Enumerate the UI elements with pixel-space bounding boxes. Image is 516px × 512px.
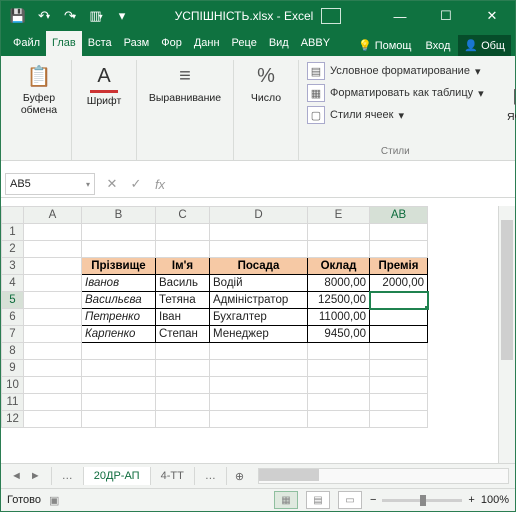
ribbon-tabs: Файл Глав Вста Разм Фор Данн Реце Вид AB… [1, 31, 515, 56]
share-button[interactable]: 👤Общ [458, 35, 511, 56]
qat-more-icon[interactable]: ▥▾ [85, 5, 107, 27]
add-sheet-button[interactable]: ⊕ [227, 470, 252, 483]
app-window: 💾 ↶▾ ↷▾ ▥▾ ▾ УСПІШНІСТЬ.xlsx - Excel — ☐… [0, 0, 516, 512]
cancel-icon[interactable]: ✕ [105, 176, 119, 192]
cells-icon: ▣ [508, 81, 516, 109]
help-button[interactable]: 💡Помощ [352, 35, 417, 56]
row-header-6[interactable]: 6 [2, 309, 24, 326]
align-icon: ≡ [171, 62, 199, 90]
tab-view[interactable]: Вид [263, 31, 295, 56]
title-bar: 💾 ↶▾ ↷▾ ▥▾ ▾ УСПІШНІСТЬ.xlsx - Excel — ☐… [1, 1, 515, 31]
conditional-format-button[interactable]: ▤Условное форматирование ▾ [307, 60, 484, 82]
paste-button[interactable]: 📋Буфер обмена [13, 60, 65, 118]
zoom-slider[interactable] [382, 499, 462, 502]
zoom-out-icon[interactable]: − [370, 494, 376, 506]
status-bar: Готово ▣ ▦ ▤ ▭ − + 100% [1, 488, 515, 511]
name-box[interactable]: AB5▾ [5, 173, 95, 195]
sheet-tab-1[interactable]: 20ДР-АП [84, 467, 151, 485]
col-header-E[interactable]: E [308, 207, 370, 224]
tab-home[interactable]: Глав [46, 31, 82, 56]
col-header-B[interactable]: B [82, 207, 156, 224]
alignment-button[interactable]: ≡Выравнивание [143, 60, 227, 106]
tab-insert[interactable]: Вста [82, 31, 118, 56]
tab-layout[interactable]: Разм [118, 31, 156, 56]
sheet-tab-ellipsis[interactable]: … [51, 467, 84, 485]
sheet-tab-more[interactable]: … [195, 467, 227, 485]
cell-style-icon: ▢ [307, 106, 325, 124]
row-header-5[interactable]: 5 [2, 292, 24, 309]
view-pagebreak-button[interactable]: ▭ [338, 491, 362, 509]
col-header-A[interactable]: A [24, 207, 82, 224]
quick-access-toolbar: 💾 ↶▾ ↷▾ ▥▾ ▾ [1, 5, 139, 27]
cells-button[interactable]: ▣Ячейк [496, 79, 516, 125]
window-title: УСПІШНІСТЬ.xlsx - Excel [139, 8, 377, 24]
zoom-in-icon[interactable]: + [468, 494, 474, 506]
row-header-10[interactable]: 10 [2, 377, 24, 394]
font-color-icon: A [90, 62, 118, 93]
row-header-3[interactable]: 3 [2, 258, 24, 275]
format-table-button[interactable]: ▦Форматировать как таблицу ▾ [307, 82, 484, 104]
save-icon[interactable]: 💾 [7, 5, 29, 27]
display-options-icon[interactable] [321, 8, 341, 24]
row-header-11[interactable]: 11 [2, 394, 24, 411]
clipboard-icon: 📋 [25, 62, 53, 90]
view-normal-button[interactable]: ▦ [274, 491, 298, 509]
login-button[interactable]: Вход [419, 36, 456, 56]
group-font: AШрифт [72, 60, 137, 160]
group-number: %Число [234, 60, 299, 160]
cell-styles-button[interactable]: ▢Стили ячеек ▾ [307, 104, 484, 126]
group-alignment: ≡Выравнивание [137, 60, 234, 160]
font-button[interactable]: AШрифт [78, 60, 130, 109]
row-header-1[interactable]: 1 [2, 224, 24, 241]
undo-icon[interactable]: ↶▾ [33, 5, 55, 27]
close-button[interactable]: ✕ [469, 1, 515, 31]
col-header-C[interactable]: C [156, 207, 210, 224]
zoom-control[interactable]: − + 100% [370, 494, 509, 506]
row-header-4[interactable]: 4 [2, 275, 24, 292]
status-ready: Готово [7, 494, 41, 506]
maximize-button[interactable]: ☐ [423, 1, 469, 31]
row-header-7[interactable]: 7 [2, 326, 24, 343]
tab-data[interactable]: Данн [188, 31, 226, 56]
macro-icon[interactable]: ▣ [49, 494, 59, 507]
redo-icon[interactable]: ↷▾ [59, 5, 81, 27]
ribbon: 📋Буфер обмена AШрифт ≡Выравнивание %Числ… [1, 56, 515, 161]
col-header-D[interactable]: D [210, 207, 308, 224]
tab-file[interactable]: Файл [7, 31, 46, 56]
tab-formulas[interactable]: Фор [155, 31, 188, 56]
group-cells: ▣Ячейк [490, 60, 516, 160]
worksheet-grid[interactable]: ABCDEAB123ПрізвищеІм'яПосадаОкладПремія4… [1, 198, 515, 463]
select-all-corner[interactable] [2, 207, 24, 224]
sheet-tab-2[interactable]: 4-ТТ [151, 467, 195, 485]
confirm-icon[interactable]: ✓ [129, 176, 143, 192]
row-header-12[interactable]: 12 [2, 411, 24, 428]
percent-icon: % [252, 62, 280, 90]
sheet-nav[interactable]: ◄► [1, 470, 51, 482]
number-button[interactable]: %Число [240, 60, 292, 106]
group-clipboard: 📋Буфер обмена [7, 60, 72, 160]
row-header-8[interactable]: 8 [2, 343, 24, 360]
share-icon: 👤 [464, 39, 478, 52]
table-icon: ▦ [307, 84, 325, 102]
tab-review[interactable]: Реце [226, 31, 263, 56]
bulb-icon: 💡 [358, 39, 372, 52]
horizontal-scrollbar[interactable] [258, 468, 509, 484]
fx-icon[interactable]: fx [153, 177, 167, 192]
minimize-button[interactable]: — [377, 1, 423, 31]
row-header-9[interactable]: 9 [2, 360, 24, 377]
col-header-AB[interactable]: AB [370, 207, 428, 224]
view-pagelayout-button[interactable]: ▤ [306, 491, 330, 509]
cond-format-icon: ▤ [307, 62, 325, 80]
row-header-2[interactable]: 2 [2, 241, 24, 258]
formula-bar: AB5▾ ✕ ✓ fx [1, 171, 515, 198]
tab-abbyy[interactable]: ABBY [295, 31, 336, 56]
zoom-level[interactable]: 100% [481, 494, 509, 506]
sheet-tab-area: ◄► … 20ДР-АП 4-ТТ … ⊕ [1, 463, 515, 488]
vertical-scrollbar[interactable] [498, 206, 515, 463]
group-styles: ▤Условное форматирование ▾ ▦Форматироват… [299, 60, 490, 160]
window-controls: — ☐ ✕ [377, 1, 515, 31]
qat-customize-icon[interactable]: ▾ [111, 5, 133, 27]
